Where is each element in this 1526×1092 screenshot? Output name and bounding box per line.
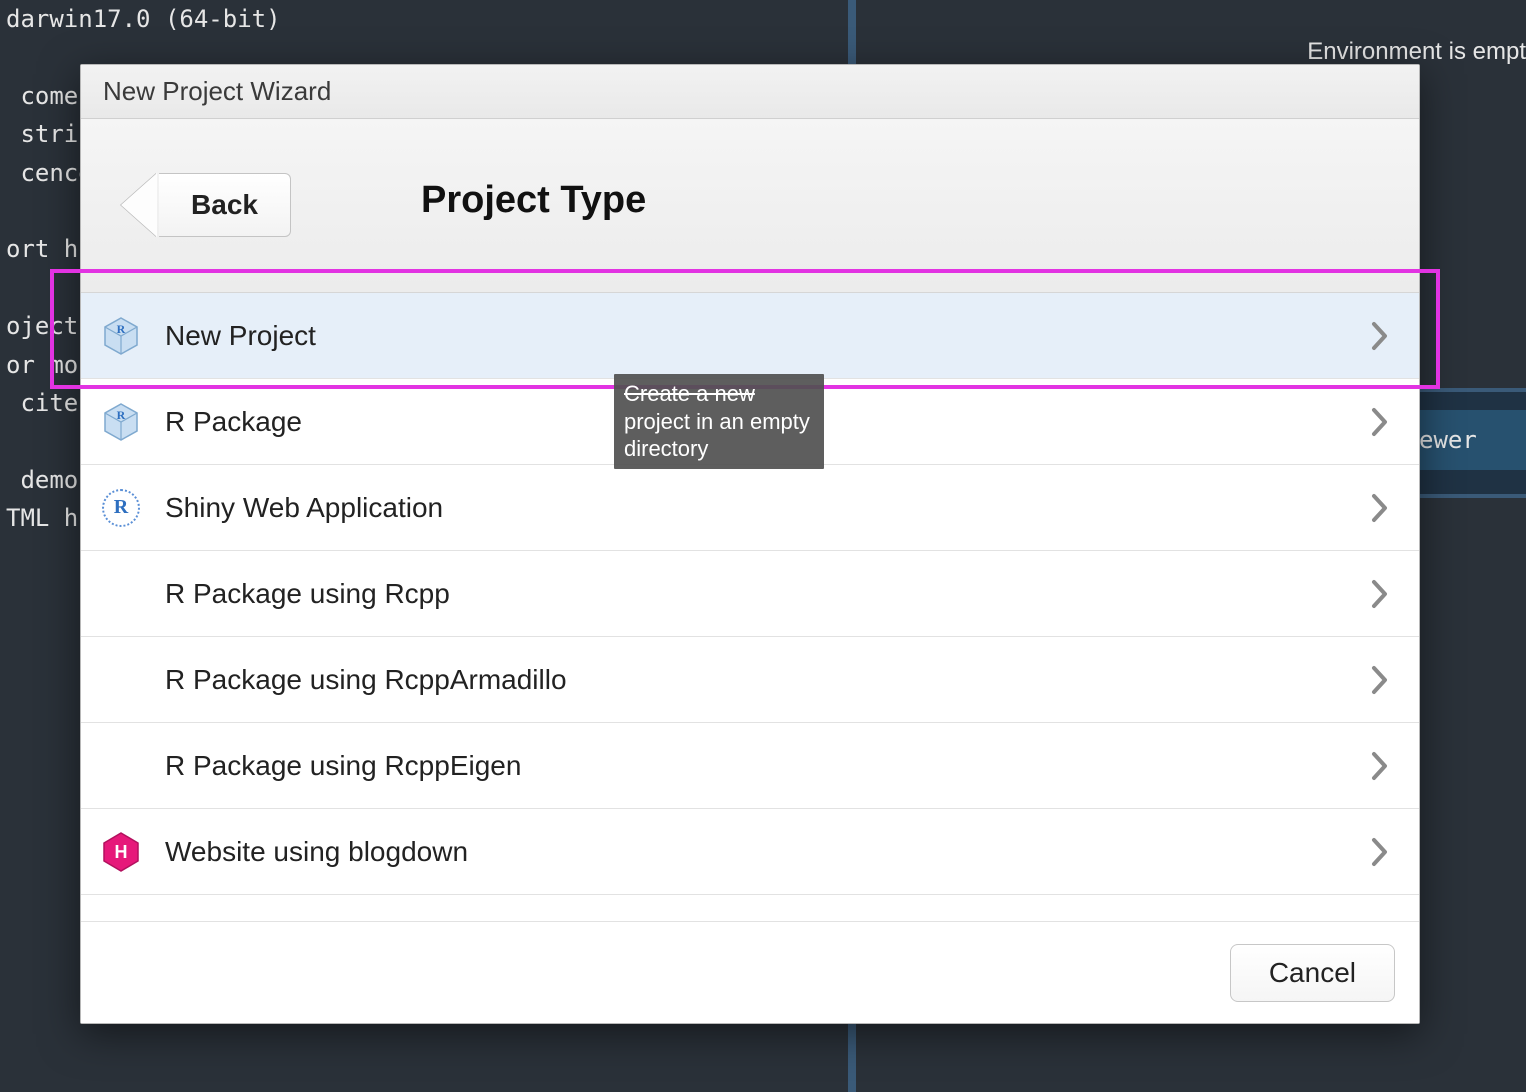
project-type-label: R Package using Rcpp bbox=[165, 578, 450, 610]
project-type-label: R Package bbox=[165, 406, 302, 438]
project-type-label: R Package using RcppArmadillo bbox=[165, 664, 567, 696]
project-type-tooltip: Create a new project in an empty directo… bbox=[614, 374, 824, 469]
chevron-right-icon bbox=[1369, 665, 1391, 695]
blank-icon bbox=[97, 742, 145, 790]
dialog-header: Back Project Type bbox=[81, 119, 1419, 293]
chevron-right-icon bbox=[1369, 321, 1391, 351]
blank-icon bbox=[97, 570, 145, 618]
hexagon-h-icon: H bbox=[97, 828, 145, 876]
chevron-right-icon bbox=[1369, 407, 1391, 437]
back-button[interactable]: Back bbox=[121, 173, 291, 237]
back-button-label: Back bbox=[159, 173, 291, 237]
chevron-right-icon bbox=[1369, 837, 1391, 867]
dialog-title: New Project Wizard bbox=[81, 65, 1419, 119]
blank-icon bbox=[97, 656, 145, 704]
svg-text:H: H bbox=[115, 842, 128, 862]
tooltip-line-rest: project in an empty directory bbox=[624, 408, 814, 463]
project-type-r-package-using-rcpp[interactable]: R Package using Rcpp bbox=[81, 551, 1419, 637]
project-type-shiny-web-application[interactable]: R Shiny Web Application bbox=[81, 465, 1419, 551]
project-type-label: New Project bbox=[165, 320, 316, 352]
svg-text:R: R bbox=[117, 322, 126, 336]
tab-viewer[interactable]: ewer bbox=[1406, 410, 1526, 470]
r-circle-icon: R bbox=[97, 484, 145, 532]
project-type-r-package-using-rcpparmadillo[interactable]: R Package using RcppArmadillo bbox=[81, 637, 1419, 723]
r-cube-icon: R bbox=[97, 398, 145, 446]
project-type-website-using-blogdown[interactable]: H Website using blogdown bbox=[81, 809, 1419, 895]
project-type-r-package-using-rcppeigen[interactable]: R Package using RcppEigen bbox=[81, 723, 1419, 809]
chevron-right-icon bbox=[1369, 493, 1391, 523]
chevron-right-icon bbox=[1369, 579, 1391, 609]
dialog-footer: Cancel bbox=[81, 921, 1419, 1023]
project-type-label: R Package using RcppEigen bbox=[165, 750, 521, 782]
back-chevron-icon bbox=[121, 173, 159, 237]
project-type-heading: Project Type bbox=[421, 179, 646, 222]
environment-empty-text: Environment is empt bbox=[1307, 38, 1526, 66]
project-type-new-project[interactable]: R New Project bbox=[81, 293, 1419, 379]
project-type-label: Shiny Web Application bbox=[165, 492, 443, 524]
r-cube-icon: R bbox=[97, 312, 145, 360]
project-type-label: Website using blogdown bbox=[165, 836, 468, 868]
tooltip-line-1: Create a new bbox=[624, 380, 814, 408]
new-project-wizard-dialog: New Project Wizard Back Project Type R N… bbox=[80, 64, 1420, 1024]
cancel-button[interactable]: Cancel bbox=[1230, 944, 1395, 1002]
svg-text:R: R bbox=[117, 408, 126, 422]
chevron-right-icon bbox=[1369, 751, 1391, 781]
